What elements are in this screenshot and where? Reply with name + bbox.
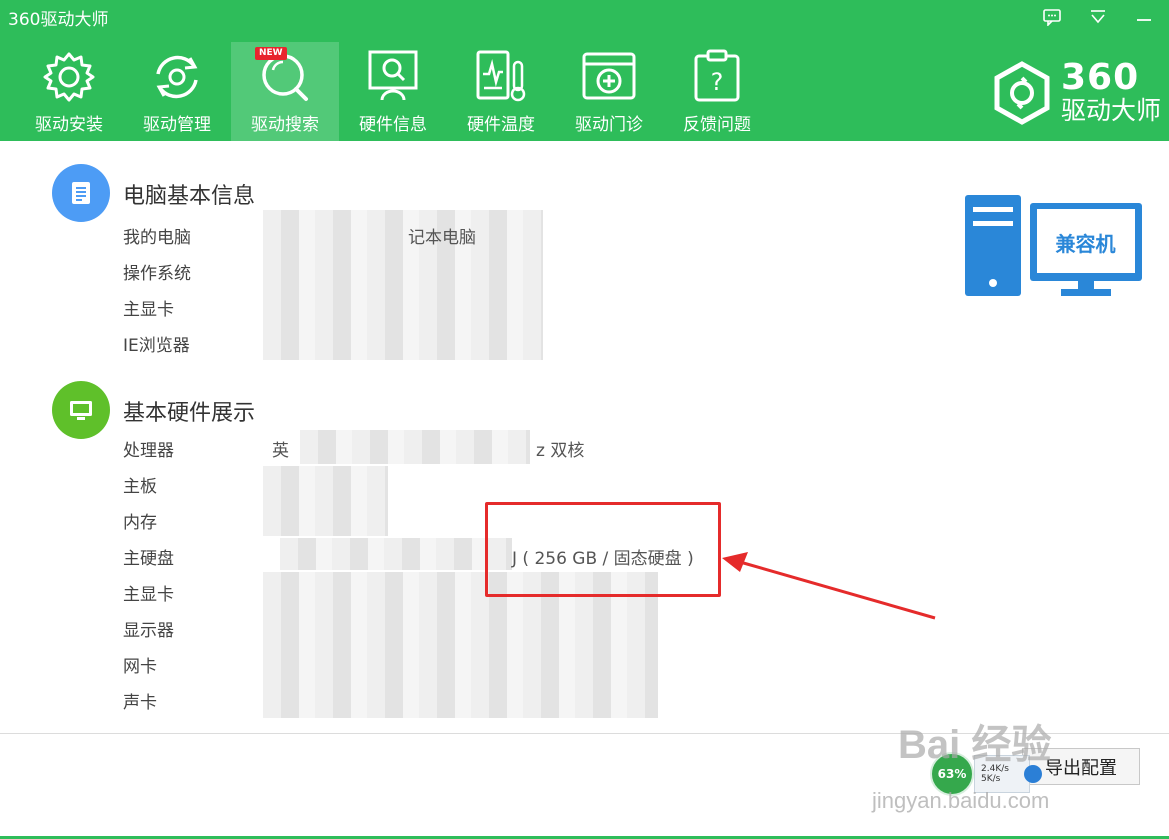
minimize-icon[interactable]: [1131, 6, 1157, 28]
row-label-disk: 主硬盘: [123, 549, 174, 569]
brand-logo: 360 驱动大师: [989, 60, 1161, 126]
row-label-memory: 内存: [123, 513, 157, 533]
brand-number: 360: [1060, 57, 1140, 98]
thermometer-icon: [476, 50, 526, 102]
download-speed: 5K/s: [981, 774, 1001, 784]
redacted-area: [263, 466, 388, 536]
window-controls: [1039, 6, 1157, 28]
nav-label: 驱动门诊: [575, 115, 643, 135]
nav-hardware-info[interactable]: 硬件信息: [339, 42, 447, 141]
row-label-os: 操作系统: [123, 264, 191, 284]
monitor-search-icon: [368, 50, 418, 101]
nav-label: 驱动搜索: [251, 115, 319, 135]
menu-dropdown-icon[interactable]: [1085, 6, 1111, 28]
redacted-area: [300, 430, 530, 464]
gear-icon: [43, 52, 95, 102]
main-nav: 驱动安装 驱动管理 NEW 驱动搜索 硬件信息 硬件温度 驱动门诊 ? 反馈问题: [15, 42, 771, 141]
row-label-network: 网卡: [123, 657, 157, 677]
nav-label: 反馈问题: [683, 115, 751, 135]
row-value-cpu-prefix: 英: [272, 441, 289, 461]
nav-driver-search[interactable]: NEW 驱动搜索: [231, 42, 339, 141]
nav-hardware-temp[interactable]: 硬件温度: [447, 42, 555, 141]
nav-driver-manage[interactable]: 驱动管理: [123, 42, 231, 141]
nav-label: 硬件温度: [467, 115, 535, 135]
clinic-icon: [582, 52, 636, 100]
nav-label: 硬件信息: [359, 115, 427, 135]
title-bar: 360驱动大师 驱动安装 驱动管理 NEW 驱动搜索 硬件信息 硬件温度 驱动门…: [0, 0, 1169, 141]
row-value-cpu: z 双核: [536, 441, 585, 461]
nav-driver-clinic[interactable]: 驱动门诊: [555, 42, 663, 141]
nav-label: 驱动安装: [35, 115, 103, 135]
row-label-ie: IE浏览器: [123, 336, 190, 356]
watermark: Bai 经验: [898, 723, 1052, 767]
nav-driver-install[interactable]: 驱动安装: [15, 42, 123, 141]
app-title: 360驱动大师: [8, 10, 109, 30]
redacted-area: [263, 210, 543, 360]
section-title-basic-info: 电脑基本信息: [123, 184, 256, 209]
highlight-box: [485, 502, 721, 597]
row-label-gpu-hw: 主显卡: [123, 585, 174, 605]
section-title-hardware: 基本硬件展示: [123, 401, 256, 426]
redacted-area: [280, 538, 512, 570]
document-icon: [52, 164, 110, 222]
row-label-my-computer: 我的电脑: [123, 228, 191, 248]
row-label-gpu: 主显卡: [123, 300, 174, 320]
refresh-gear-icon: [156, 55, 198, 99]
brand-name: 驱动大师: [1060, 96, 1161, 125]
row-label-display: 显示器: [123, 621, 174, 641]
nav-feedback[interactable]: ? 反馈问题: [663, 42, 771, 141]
feedback-icon[interactable]: [1039, 6, 1065, 28]
row-value-my-computer: 记本电脑: [408, 228, 476, 248]
nav-label: 驱动管理: [143, 115, 211, 135]
row-label-motherboard: 主板: [123, 477, 157, 497]
svg-text:?: ?: [711, 68, 724, 96]
new-badge: NEW: [255, 47, 287, 60]
row-label-sound: 声卡: [123, 693, 157, 713]
row-label-cpu: 处理器: [123, 441, 174, 461]
monitor-icon: [52, 381, 110, 439]
360-logo-icon: [994, 61, 1050, 125]
feedback-icon: ?: [694, 49, 740, 102]
watermark-url: jingyan.baidu.com: [872, 788, 1050, 813]
compat-label: 兼容机: [1055, 232, 1116, 256]
annotation-arrow-icon: [722, 552, 936, 620]
